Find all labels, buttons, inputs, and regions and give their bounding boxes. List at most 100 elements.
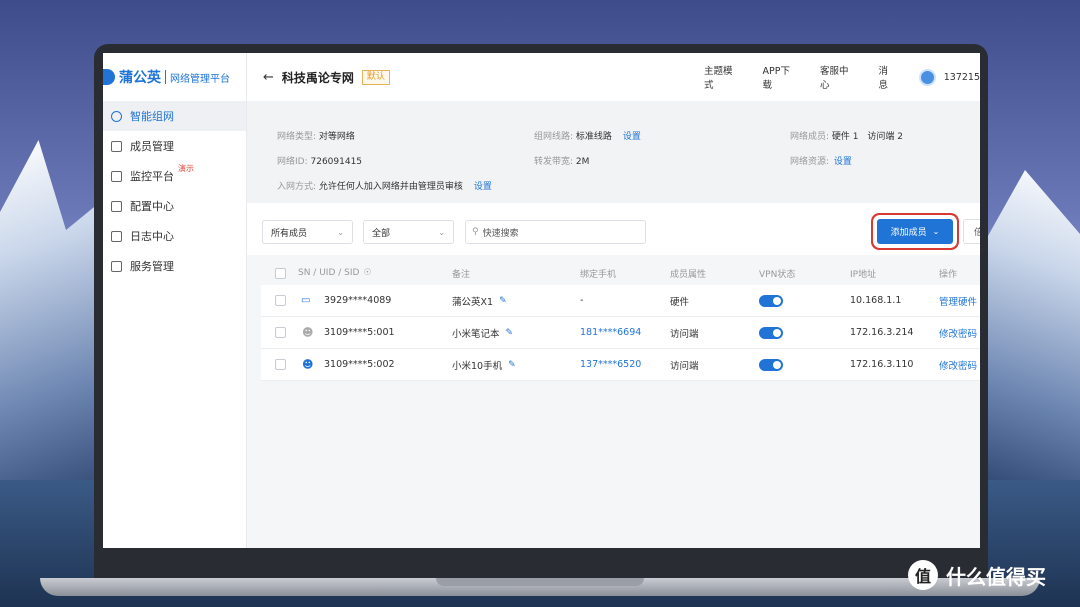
col-id: SN / UID / SID ☉ (298, 261, 372, 285)
col-phone: 绑定手机 (580, 269, 617, 280)
route-line-value: 标准线路 (575, 132, 612, 142)
row-checkbox[interactable] (275, 317, 286, 348)
change-password-link[interactable]: 修改密码 (939, 349, 977, 380)
col-attr: 成员属性 (670, 269, 707, 280)
extra-button[interactable]: 倍 (963, 219, 980, 244)
member-filter-value: 所有成员 (271, 228, 308, 239)
member-filter-select[interactable]: 所有成员 ⌄ (262, 220, 353, 244)
laptop-notch (436, 578, 644, 586)
net-members-hardware: 硬件 1 (831, 132, 859, 142)
row-phone[interactable]: 137****6520 (580, 349, 641, 380)
vpn-toggle[interactable] (759, 317, 783, 348)
default-tag: 默认 (361, 69, 390, 85)
brand-separator (165, 70, 166, 84)
sidebar: 蒲公英 网络管理平台 智能组网 成员管理 监控平台 演示 配置中心 日志中心 服… (103, 53, 247, 548)
watermark: 值 什么值得买 (908, 560, 1046, 590)
app-screen: 蒲公英 网络管理平台 智能组网 成员管理 监控平台 演示 配置中心 日志中心 服… (103, 53, 980, 548)
brand-subtitle: 网络管理平台 (170, 73, 230, 85)
net-type-key: 网络类型: (277, 132, 317, 142)
manage-hardware-link[interactable]: 管理硬件 (939, 285, 977, 316)
row-id: 3109****5:002 (324, 359, 395, 370)
search-input[interactable]: ⚲ 快速搜索 (465, 220, 646, 244)
members-table: SN / UID / SID ☉ 备注 绑定手机 成员属性 VPN状态 IP地址 … (261, 261, 980, 381)
row-ip: 10.168.1.1 (850, 295, 902, 306)
sidebar-item-smart-network[interactable]: 智能组网 (103, 101, 246, 131)
smzdm-logo-icon: 值 (908, 560, 938, 590)
sidebar-item-logs[interactable]: 日志中心 (103, 221, 246, 251)
user-icon: ☻ (302, 326, 314, 339)
grid-icon (111, 200, 122, 212)
top-links: 主题模式 APP下载 客服中心 消息 137215 (704, 53, 980, 101)
support-center-link[interactable]: 客服中心 (820, 63, 857, 91)
net-resources: 网络资源: 设置 (790, 154, 852, 167)
sidebar-item-services[interactable]: 服务管理 (103, 251, 246, 281)
select-all-checkbox[interactable] (275, 261, 286, 285)
edit-pencil-icon[interactable]: ✎ (508, 360, 516, 370)
join-mode-settings-link[interactable]: 设置 (474, 182, 492, 192)
user-name: 137215 (943, 71, 980, 83)
net-resources-key: 网络资源: (790, 157, 830, 167)
net-type: 网络类型: 对等网络 (277, 129, 355, 142)
sidebar-item-label: 日志中心 (130, 230, 174, 243)
row-note: 小米10手机 ✎ (452, 349, 516, 380)
net-members-key: 网络成员: (790, 132, 830, 142)
edit-pencil-icon[interactable]: ✎ (506, 328, 514, 338)
network-info-panel: 网络类型: 对等网络 网络ID: 726091415 入网方式: 允许任何人加入… (247, 101, 980, 203)
row-attr: 访问端 (670, 328, 699, 340)
row-note: 小米笔记本 ✎ (452, 317, 513, 348)
row-ip: 172.16.3.110 (850, 359, 914, 370)
monitor-icon (111, 170, 122, 182)
sidebar-item-label: 配置中心 (130, 200, 174, 213)
back-arrow-icon[interactable]: ← (263, 70, 274, 85)
route-line-key: 组网线路: (534, 132, 574, 142)
extra-button-label: 倍 (974, 228, 980, 238)
table-header: SN / UID / SID ☉ 备注 绑定手机 成员属性 VPN状态 IP地址 … (261, 261, 980, 285)
messages-link[interactable]: 消息 (878, 63, 896, 91)
col-action: 操作 (939, 269, 958, 280)
app-download-link[interactable]: APP下载 (763, 63, 798, 91)
bandwidth-value: 2M (575, 157, 590, 167)
network-icon (111, 110, 122, 122)
dandelion-logo-icon (103, 69, 115, 85)
user-icon: ☻ (302, 358, 314, 371)
main-content: ← 科技禹论专网 默认 主题模式 APP下载 客服中心 消息 137215 网络… (247, 53, 980, 548)
add-member-label: 添加成员 (890, 228, 927, 238)
sidebar-item-members[interactable]: 成员管理 (103, 131, 246, 161)
net-type-value: 对等网络 (318, 132, 355, 142)
sidebar-item-label: 智能组网 (130, 110, 174, 123)
theme-mode-link[interactable]: 主题模式 (704, 63, 741, 91)
net-members-clients: 访问端 2 (867, 132, 903, 142)
layers-icon (111, 140, 122, 152)
route-line-settings-link[interactable]: 设置 (623, 132, 641, 142)
user-menu[interactable]: 137215 (918, 68, 980, 86)
table-row: ☻ 3109****5:002 小米10手机 ✎ 137****6520 访问端 … (261, 349, 980, 381)
type-filter-value: 全部 (372, 228, 391, 239)
row-phone[interactable]: 181****6694 (580, 317, 641, 348)
chevron-down-icon: ⌄ (932, 227, 940, 236)
col-ip: IP地址 (850, 269, 877, 280)
edit-pencil-icon[interactable]: ✎ (499, 296, 507, 306)
vpn-toggle[interactable] (759, 349, 783, 380)
table-row: ☻ 3109****5:001 小米笔记本 ✎ 181****6694 访问端 1… (261, 317, 980, 349)
toolbar: 所有成员 ⌄ 全部 ⌄ ⚲ 快速搜索 添加成员 ⌄ 倍 (247, 203, 980, 255)
brand-name: 蒲公英 (119, 70, 161, 86)
document-icon (111, 260, 122, 272)
row-note: 蒲公英X1 ✎ (452, 285, 507, 316)
sidebar-item-config[interactable]: 配置中心 (103, 191, 246, 221)
change-password-link[interactable]: 修改密码 (939, 317, 977, 348)
eye-icon[interactable]: ☉ (363, 268, 371, 278)
search-placeholder: 快速搜索 (482, 228, 519, 239)
net-resources-settings-link[interactable]: 设置 (834, 157, 852, 167)
sidebar-item-label: 监控平台 (130, 170, 174, 183)
row-checkbox[interactable] (275, 349, 286, 380)
col-note: 备注 (452, 269, 471, 280)
sidebar-item-monitor[interactable]: 监控平台 演示 (103, 161, 246, 191)
add-member-button[interactable]: 添加成员 ⌄ (877, 219, 953, 244)
vpn-toggle[interactable] (759, 285, 783, 316)
route-line: 组网线路: 标准线路 设置 (534, 129, 641, 142)
row-note-text: 小米笔记本 (452, 328, 500, 340)
row-checkbox[interactable] (275, 285, 286, 316)
row-attr: 访问端 (670, 360, 699, 372)
type-filter-select[interactable]: 全部 ⌄ (363, 220, 454, 244)
net-id: 网络ID: 726091415 (277, 154, 362, 167)
